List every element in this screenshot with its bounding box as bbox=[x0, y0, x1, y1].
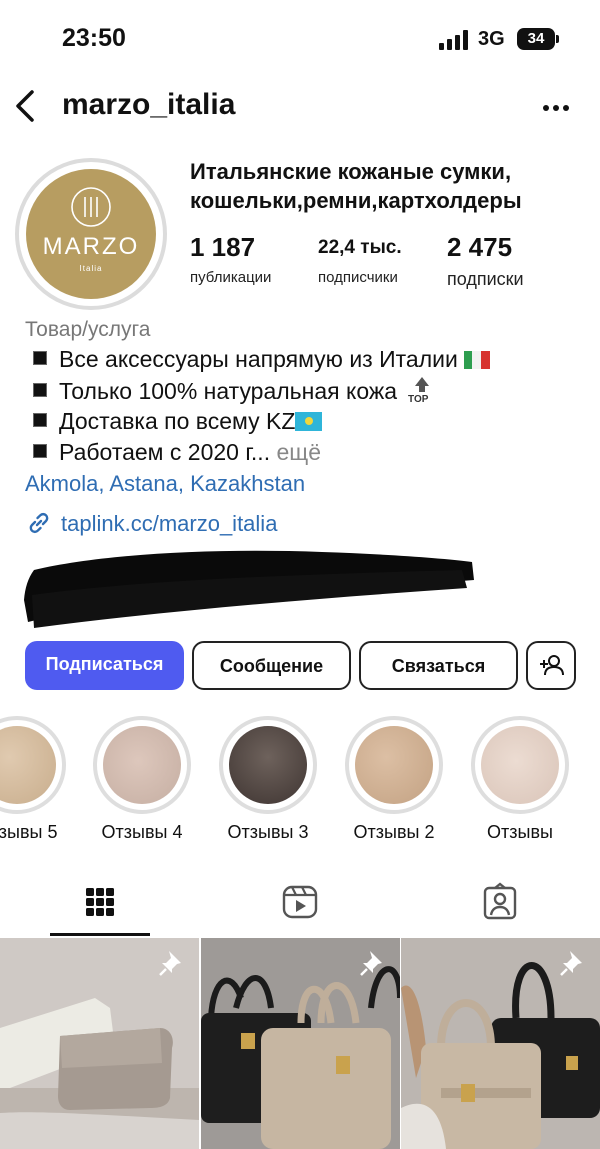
stat-posts[interactable]: 1 187 публикации bbox=[190, 232, 271, 286]
stat-followers-value: 22,4 тыс. bbox=[318, 237, 402, 258]
bullet-square-icon bbox=[33, 413, 47, 427]
highlight-cover bbox=[355, 726, 433, 804]
bio-more-link[interactable]: ещё bbox=[276, 439, 321, 465]
profile-header: marzo_italia bbox=[0, 80, 600, 140]
back-arrow-icon[interactable] bbox=[10, 86, 40, 126]
highlight-label: Отзывы 3 bbox=[227, 822, 309, 842]
suggested-users-button[interactable] bbox=[526, 641, 576, 690]
signal-icon bbox=[439, 30, 469, 50]
contact-button[interactable]: Связаться bbox=[359, 641, 518, 690]
logo-brand-text: MARZO bbox=[43, 233, 140, 260]
bio-line-4: Работаем с 2020 г... ещё bbox=[33, 439, 321, 466]
profile-tabs bbox=[0, 872, 600, 938]
reels-icon bbox=[282, 885, 318, 919]
bio-line-1: Все аксессуары напрямую из Италии bbox=[33, 346, 490, 373]
profile-location[interactable]: Akmola, Astana, Kazakhstan bbox=[25, 471, 305, 497]
network-type: 3G bbox=[478, 28, 505, 50]
post-thumbnail[interactable] bbox=[201, 938, 400, 1149]
bio-text-2: Только 100% натуральная кожа bbox=[59, 378, 398, 404]
tab-tagged[interactable] bbox=[480, 882, 520, 922]
highlight-cover bbox=[229, 726, 307, 804]
link-icon bbox=[29, 512, 49, 534]
bio-text-4: Работаем с 2020 г... bbox=[59, 439, 271, 465]
stat-following-label: подписки bbox=[447, 269, 524, 289]
active-tab-indicator bbox=[50, 933, 150, 936]
pinned-post-icon bbox=[360, 951, 382, 976]
tagged-person-icon bbox=[483, 882, 517, 920]
battery-icon: 34 bbox=[517, 28, 555, 50]
stat-following-value: 2 475 bbox=[447, 232, 513, 262]
tab-grid[interactable] bbox=[80, 882, 120, 922]
post-thumbnail[interactable] bbox=[401, 938, 600, 1149]
profile-title: Итальянские кожаные сумки, кошельки,ремн… bbox=[190, 159, 522, 213]
bullet-square-icon bbox=[33, 444, 47, 458]
profile-username: marzo_italia bbox=[62, 88, 236, 121]
stat-followers[interactable]: 22,4 тыс. подписчики bbox=[318, 232, 402, 286]
bio-text-3: Доставка по всему KZ bbox=[59, 408, 296, 434]
stat-followers-label: подписчики bbox=[318, 269, 398, 286]
bullet-square-icon bbox=[33, 351, 47, 365]
top-arrow-icon: TOP bbox=[407, 377, 435, 407]
highlight-label: Отзывы 4 bbox=[101, 822, 183, 842]
kazakhstan-flag-icon bbox=[295, 412, 323, 431]
bio-text-1: Все аксессуары напрямую из Италии bbox=[59, 346, 458, 372]
follow-button[interactable]: Подписаться bbox=[25, 641, 184, 690]
pinned-post-icon bbox=[159, 951, 181, 976]
tab-reels[interactable] bbox=[280, 882, 320, 922]
posts-grid bbox=[0, 938, 600, 1149]
highlight-label: Отзывы bbox=[487, 822, 553, 842]
status-time: 23:50 bbox=[62, 24, 126, 52]
status-bar: 23:50 3G 34 bbox=[0, 0, 600, 80]
stat-posts-label: публикации bbox=[190, 269, 272, 286]
highlight-cover bbox=[103, 726, 181, 804]
battery-tip bbox=[556, 35, 559, 43]
highlight-cover bbox=[0, 726, 56, 804]
stat-posts-value: 1 187 bbox=[190, 232, 256, 262]
grid-icon bbox=[86, 888, 114, 916]
message-button[interactable]: Сообщение bbox=[192, 641, 351, 690]
post-thumbnail[interactable] bbox=[0, 938, 199, 1149]
profile-avatar[interactable]: MARZO Italia bbox=[15, 158, 167, 310]
logo-sub-text: Italia bbox=[80, 264, 103, 273]
bio-line-3: Доставка по всему KZ bbox=[33, 408, 323, 435]
profile-stats: 1 187 публикации 22,4 тыс. подписчики 2 … bbox=[190, 232, 590, 296]
profile-link-text: taplink.cc/marzo_italia bbox=[61, 511, 278, 536]
stat-following[interactable]: 2 475 подписки bbox=[447, 232, 524, 290]
highlight-cover bbox=[481, 726, 559, 804]
brand-logo: MARZO Italia bbox=[26, 169, 156, 299]
top-icon-text: TOP bbox=[408, 394, 429, 405]
redaction-mark bbox=[22, 540, 477, 630]
more-options-icon[interactable] bbox=[540, 90, 576, 120]
profile-link[interactable]: taplink.cc/marzo_italia bbox=[25, 509, 277, 537]
highlight-label: Отзывы 2 bbox=[353, 822, 435, 842]
bio-line-2: Только 100% натуральная кожа TOP bbox=[33, 377, 435, 407]
pinned-post-icon bbox=[560, 951, 582, 976]
profile-category: Товар/услуга bbox=[25, 318, 151, 341]
bullet-square-icon bbox=[33, 383, 47, 397]
add-user-icon bbox=[540, 655, 564, 676]
italy-flag-icon bbox=[463, 348, 490, 369]
